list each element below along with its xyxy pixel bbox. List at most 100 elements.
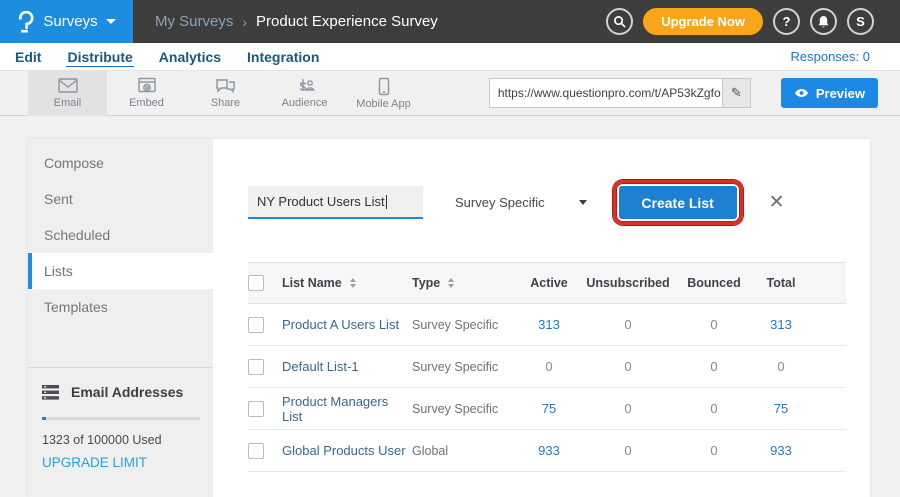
create-list-form: NY Product Users List Survey Specific Cr… <box>248 180 846 225</box>
share-icon <box>215 77 236 95</box>
tool-embed-label: Embed <box>129 97 164 109</box>
close-form-button[interactable]: ✕ <box>769 191 785 214</box>
usage-progress-fill <box>42 417 46 420</box>
email-icon <box>57 77 79 95</box>
active-count: 0 <box>520 359 578 374</box>
eye-icon <box>794 88 809 98</box>
unsubscribed-count: 0 <box>578 317 678 332</box>
embed-icon <box>137 77 157 95</box>
create-list-button[interactable]: Create List <box>619 186 737 219</box>
preview-label: Preview <box>816 86 865 101</box>
tab-analytics[interactable]: Analytics <box>158 47 222 66</box>
list-icon <box>42 385 59 400</box>
sort-icon[interactable] <box>350 278 356 288</box>
tab-distribute[interactable]: Distribute <box>66 47 133 67</box>
tool-audience-label: Audience <box>282 97 328 109</box>
total-count[interactable]: 313 <box>750 317 812 332</box>
usage-progress-bar <box>42 417 200 420</box>
sidebar-item-compose[interactable]: Compose <box>28 145 213 181</box>
sidebar-item-sent[interactable]: Sent <box>28 181 213 217</box>
usage-text: 1323 of 100000 Used <box>42 433 199 447</box>
survey-url-input[interactable]: https://www.questionpro.com/t/AP53kZgfo <box>490 79 722 107</box>
tab-integration[interactable]: Integration <box>246 47 320 66</box>
audience-icon <box>294 77 316 95</box>
col-type: Type <box>412 276 440 290</box>
notifications-button[interactable] <box>810 8 837 35</box>
text-cursor <box>386 195 387 209</box>
sidebar-item-scheduled[interactable]: Scheduled <box>28 217 213 253</box>
upgrade-now-button[interactable]: Upgrade Now <box>643 8 763 35</box>
active-count[interactable]: 933 <box>520 443 578 458</box>
list-name-link[interactable]: Product Managers List <box>282 394 412 424</box>
sidebar-item-templates[interactable]: Templates <box>28 289 213 325</box>
active-count[interactable]: 75 <box>520 401 578 416</box>
breadcrumb: My Surveys › Product Experience Survey <box>155 13 438 30</box>
table-header-row: List Name Type Active Unsubscribed Bounc… <box>248 262 846 304</box>
list-type: Global <box>412 444 520 458</box>
chevron-down-icon <box>106 19 116 24</box>
mobile-app-icon <box>377 77 391 96</box>
unsubscribed-count: 0 <box>578 359 678 374</box>
bounced-count: 0 <box>678 443 750 458</box>
sort-icon[interactable] <box>448 278 454 288</box>
top-header: Surveys My Surveys › Product Experience … <box>0 0 900 43</box>
email-addresses-header: Email Addresses <box>42 384 199 400</box>
header-actions: Upgrade Now ? S <box>606 8 874 35</box>
list-name-input[interactable]: NY Product Users List <box>248 186 423 219</box>
surveys-menu[interactable]: Surveys <box>0 0 133 43</box>
table-row: Global Products User Global 933 0 0 933 <box>248 430 846 472</box>
col-bounced: Bounced <box>678 276 750 290</box>
tool-share[interactable]: Share <box>186 71 265 116</box>
tool-audience[interactable]: Audience <box>265 71 344 116</box>
questionpro-logo-icon <box>17 11 35 33</box>
help-button[interactable]: ? <box>773 8 800 35</box>
tool-embed[interactable]: Embed <box>107 71 186 116</box>
annotation-highlight-ring: Create List <box>613 180 743 225</box>
tool-mobile-app[interactable]: Mobile App <box>344 71 423 116</box>
tool-email[interactable]: Email <box>28 71 107 116</box>
surveys-menu-label: Surveys <box>43 13 97 30</box>
email-sidebar: Compose Sent Scheduled Lists Templates E… <box>28 139 213 497</box>
email-addresses-title: Email Addresses <box>71 384 183 400</box>
tab-edit[interactable]: Edit <box>14 47 42 66</box>
chevron-down-icon <box>579 200 587 205</box>
list-type-value: Survey Specific <box>455 195 545 210</box>
bounced-count: 0 <box>678 317 750 332</box>
sidebar-item-lists[interactable]: Lists <box>28 253 213 289</box>
col-active: Active <box>520 276 578 290</box>
row-checkbox[interactable] <box>248 317 264 333</box>
active-count[interactable]: 313 <box>520 317 578 332</box>
toolbar-right: https://www.questionpro.com/t/AP53kZgfo … <box>489 78 878 108</box>
breadcrumb-my-surveys[interactable]: My Surveys <box>155 13 233 30</box>
preview-button[interactable]: Preview <box>781 78 878 108</box>
list-name-link[interactable]: Default List-1 <box>282 359 412 374</box>
search-icon <box>613 15 626 28</box>
list-name-link[interactable]: Global Products User <box>282 443 412 458</box>
bounced-count: 0 <box>678 359 750 374</box>
responses-count[interactable]: Responses: 0 <box>791 49 871 64</box>
survey-url-box: https://www.questionpro.com/t/AP53kZgfo … <box>489 78 751 108</box>
list-type: Survey Specific <box>412 402 520 416</box>
lists-content: NY Product Users List Survey Specific Cr… <box>213 139 870 497</box>
total-count[interactable]: 933 <box>750 443 812 458</box>
select-all-checkbox[interactable] <box>248 275 264 291</box>
list-name-link[interactable]: Product A Users List <box>282 317 412 332</box>
edit-url-button[interactable]: ✎ <box>722 79 750 107</box>
unsubscribed-count: 0 <box>578 401 678 416</box>
table-row: Default List-1 Survey Specific 0 0 0 0 <box>248 346 846 388</box>
list-type: Survey Specific <box>412 318 520 332</box>
table-row: Product A Users List Survey Specific 313… <box>248 304 846 346</box>
survey-nav: Edit Distribute Analytics Integration Re… <box>0 43 900 71</box>
avatar[interactable]: S <box>847 8 874 35</box>
row-checkbox[interactable] <box>248 401 264 417</box>
breadcrumb-separator: › <box>242 14 247 30</box>
search-button[interactable] <box>606 8 633 35</box>
bounced-count: 0 <box>678 401 750 416</box>
row-checkbox[interactable] <box>248 443 264 459</box>
unsubscribed-count: 0 <box>578 443 678 458</box>
total-count[interactable]: 75 <box>750 401 812 416</box>
tool-share-label: Share <box>211 97 240 109</box>
row-checkbox[interactable] <box>248 359 264 375</box>
list-type-select[interactable]: Survey Specific <box>455 195 587 210</box>
upgrade-limit-link[interactable]: UPGRADE LIMIT <box>42 455 199 470</box>
